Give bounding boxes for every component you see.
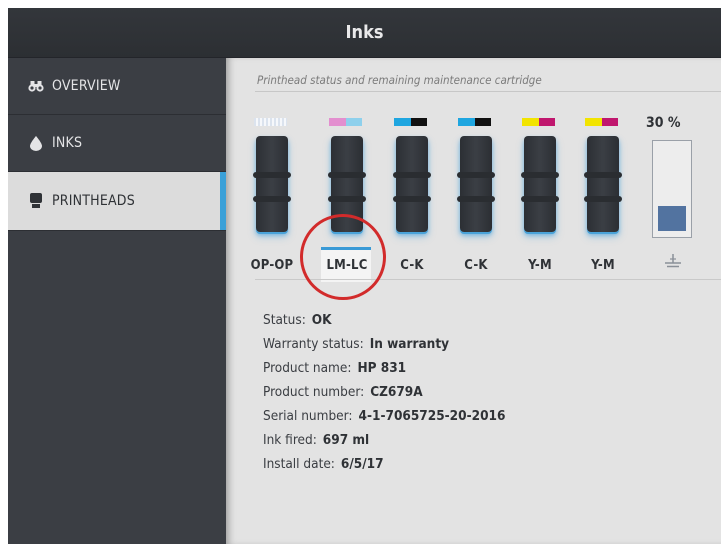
swatch-left <box>458 118 475 126</box>
highlight-circle <box>300 214 386 300</box>
color-swatch <box>458 118 491 126</box>
sidebar-item-printheads[interactable]: PRINTHEADS <box>8 172 226 231</box>
maintenance-level-fill <box>658 206 686 231</box>
swatch-right <box>410 118 427 126</box>
app-window: Inks OVERVIEW INKS PRINTHEADS Printhead … <box>8 8 721 544</box>
sidebar-item-label: INKS <box>52 135 83 151</box>
printheads-panel: Printhead status and remaining maintenan… <box>226 58 721 544</box>
detail-warranty-status: Warranty status: In warranty <box>263 336 450 352</box>
color-swatch <box>585 118 618 126</box>
printhead-icon <box>28 193 44 209</box>
window-title: Inks <box>345 22 384 43</box>
panel-subtitle: Printhead status and remaining maintenan… <box>257 73 542 87</box>
detail-ink-fired: Ink fired: 697 ml <box>263 432 370 448</box>
swatch-right <box>474 118 491 126</box>
printhead-label: C-K <box>400 258 424 273</box>
swatch-left <box>522 118 539 126</box>
printhead-c-k[interactable]: C-K <box>446 100 506 275</box>
title-bar: Inks <box>8 8 721 58</box>
maintenance-cartridge-gauge[interactable] <box>652 140 692 238</box>
color-swatch <box>254 118 287 126</box>
detail-product-number: Product number: CZ679A <box>263 384 423 400</box>
printhead-y-m[interactable]: Y-M <box>510 100 570 275</box>
swatch-left <box>585 118 602 126</box>
printhead-label: OP-OP <box>250 258 294 273</box>
swatch-left <box>329 118 346 126</box>
divider <box>255 91 721 92</box>
swatch-left <box>394 118 411 126</box>
detail-serial-number: Serial number: 4-1-7065725-20-2016 <box>263 408 506 424</box>
swatch-right <box>538 118 555 126</box>
ink-drop-icon <box>28 135 44 151</box>
detail-install-date: Install date: 6/5/17 <box>263 456 384 472</box>
printhead-c-k[interactable]: C-K <box>382 100 442 275</box>
binoculars-icon <box>28 78 44 94</box>
sidebar-item-label: PRINTHEADS <box>52 193 135 209</box>
swatch-right <box>601 118 618 126</box>
maintenance-percent: 30 % <box>646 115 681 131</box>
printhead-label: C-K <box>464 258 488 273</box>
detail-status: Status: OK <box>263 312 332 328</box>
printhead-details: Status: OK Warranty status: In warranty Pr… <box>263 308 505 476</box>
color-swatch <box>329 118 362 126</box>
printhead-body <box>521 136 559 232</box>
color-swatch <box>394 118 427 126</box>
maintenance-cartridge-icon <box>664 253 682 272</box>
printhead-body <box>393 136 431 232</box>
swatch-right <box>345 118 362 126</box>
printhead-label: Y-M <box>528 258 552 273</box>
color-swatch <box>522 118 555 126</box>
printhead-label: Y-M <box>591 258 615 273</box>
printhead-body <box>457 136 495 232</box>
printhead-y-m[interactable]: Y-M <box>573 100 633 275</box>
printhead-op-op[interactable]: OP-OP <box>242 100 302 275</box>
printhead-body <box>253 136 291 232</box>
sidebar-item-overview[interactable]: OVERVIEW <box>8 58 226 115</box>
sidebar-item-inks[interactable]: INKS <box>8 115 226 172</box>
sidebar-item-label: OVERVIEW <box>52 78 121 94</box>
detail-product-name: Product name: HP 831 <box>263 360 407 376</box>
sidebar: OVERVIEW INKS PRINTHEADS <box>8 58 226 544</box>
printhead-body <box>584 136 622 232</box>
